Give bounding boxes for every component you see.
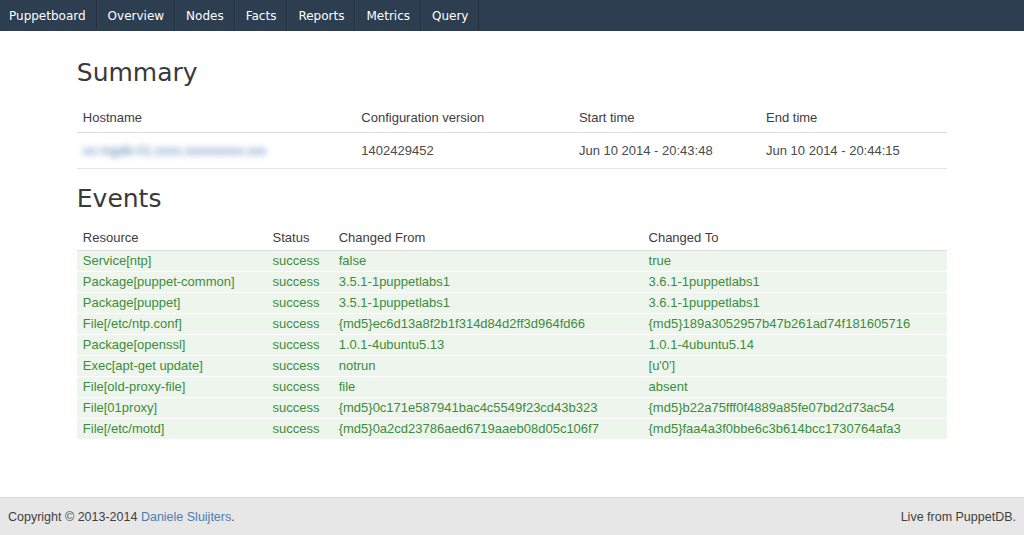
event-changed-from-cell: {md5}ec6d13a8f2b1f314d84d2ff3d964fd66 [333, 314, 643, 335]
nav-brand-item: Puppetboard [0, 0, 97, 31]
nav-item-overview-item: Overview [97, 0, 176, 31]
event-changed-to-cell: 3.6.1-1puppetlabs1 [643, 272, 948, 293]
event-status-cell: success [267, 293, 333, 314]
nav-item-query-item: Query [421, 0, 479, 31]
summary-hostname-cell: xx-mgdb-01.xxxx.xxxxxxxxx.xxx [77, 132, 356, 168]
event-changed-to-cell: 3.6.1-1puppetlabs1 [643, 293, 948, 314]
event-resource-cell: Exec[apt-get update] [77, 356, 267, 377]
event-status-cell: success [267, 398, 333, 419]
events-col-header: Resource [77, 227, 267, 251]
summary-col-header: End time [760, 104, 947, 133]
summary-col-header: Start time [573, 104, 760, 133]
event-changed-from-cell: 1.0.1-4ubuntu5.13 [333, 335, 643, 356]
nav-item-overview[interactable]: Overview [97, 0, 176, 31]
event-status-cell: success [267, 377, 333, 398]
summary-row: xx-mgdb-01.xxxx.xxxxxxxxx.xxx 1402429452… [77, 132, 947, 168]
event-changed-to-cell: [u'0'] [643, 356, 948, 377]
nav-item-facts-item: Facts [235, 0, 288, 31]
event-resource-cell: File[01proxy] [77, 398, 267, 419]
report-page: Summary HostnameConfiguration versionSta… [0, 31, 1024, 497]
event-status-cell: success [267, 251, 333, 272]
event-changed-to-cell: true [643, 251, 948, 272]
nav-item-query[interactable]: Query [421, 0, 479, 31]
event-changed-from-cell: notrun [333, 356, 643, 377]
event-changed-to-cell: {md5}faa4a3f0bbe6c3b614bcc1730764afa3 [643, 419, 948, 440]
event-row: Service[ntp]successfalsetrue [77, 251, 947, 272]
event-status-cell: success [267, 419, 333, 440]
event-resource-cell: Service[ntp] [77, 251, 267, 272]
event-changed-to-cell: absent [643, 377, 948, 398]
copyright-suffix: . [231, 510, 234, 524]
event-resource-cell: Package[openssl] [77, 335, 267, 356]
event-row: File[old-proxy-file]successfileabsent [77, 377, 947, 398]
event-changed-to-cell: {md5}b22a75fff0f4889a85fe07bd2d73ac54 [643, 398, 948, 419]
summary-heading: Summary [77, 57, 947, 90]
event-changed-from-cell: {md5}0a2cd23786aed6719aaeb08d05c106f7 [333, 419, 643, 440]
event-status-cell: success [267, 335, 333, 356]
events-col-header: Status [267, 227, 333, 251]
footer: Copyright © 2013-2014 Daniele Sluijters.… [0, 497, 1024, 535]
events-table: ResourceStatusChanged FromChanged To Ser… [77, 227, 947, 440]
event-resource-cell: Package[puppet-common] [77, 272, 267, 293]
event-changed-from-cell: file [333, 377, 643, 398]
summary-config-version-cell: 1402429452 [355, 132, 573, 168]
summary-col-header: Hostname [77, 104, 356, 133]
summary-start-time-cell: Jun 10 2014 - 20:43:48 [573, 132, 760, 168]
summary-table: HostnameConfiguration versionStart timeE… [77, 104, 947, 169]
event-row: Package[puppet-common]success3.5.1-1pupp… [77, 272, 947, 293]
author-link[interactable]: Daniele Sluijters [141, 510, 231, 524]
top-nav: PuppetboardOverviewNodesFactsReportsMetr… [0, 0, 1024, 31]
event-row: Package[puppet]success3.5.1-1puppetlabs1… [77, 293, 947, 314]
events-header-row: ResourceStatusChanged FromChanged To [77, 227, 947, 251]
event-resource-cell: Package[puppet] [77, 293, 267, 314]
event-changed-from-cell: 3.5.1-1puppetlabs1 [333, 293, 643, 314]
summary-header-row: HostnameConfiguration versionStart timeE… [77, 104, 947, 133]
summary-end-time-cell: Jun 10 2014 - 20:44:15 [760, 132, 947, 168]
nav-list: PuppetboardOverviewNodesFactsReportsMetr… [0, 0, 1024, 31]
event-changed-from-cell: {md5}0c171e587941bac4c5549f23cd43b323 [333, 398, 643, 419]
nav-item-reports[interactable]: Reports [287, 0, 355, 31]
event-status-cell: success [267, 356, 333, 377]
nav-item-metrics-item: Metrics [355, 0, 421, 31]
nav-item-facts[interactable]: Facts [235, 0, 288, 31]
event-changed-from-cell: false [333, 251, 643, 272]
copyright-text: Copyright © 2013-2014 Daniele Sluijters. [8, 510, 235, 524]
event-row: File[01proxy]success{md5}0c171e587941bac… [77, 398, 947, 419]
event-status-cell: success [267, 272, 333, 293]
event-row: File[/etc/ntp.conf]success{md5}ec6d13a8f… [77, 314, 947, 335]
event-row: Package[openssl]success1.0.1-4ubuntu5.13… [77, 335, 947, 356]
event-resource-cell: File[old-proxy-file] [77, 377, 267, 398]
events-col-header: Changed To [643, 227, 948, 251]
event-resource-cell: File[/etc/ntp.conf] [77, 314, 267, 335]
event-changed-from-cell: 3.5.1-1puppetlabs1 [333, 272, 643, 293]
events-col-header: Changed From [333, 227, 643, 251]
copyright-prefix: Copyright © 2013-2014 [8, 510, 141, 524]
nav-item-nodes[interactable]: Nodes [175, 0, 235, 31]
event-changed-to-cell: 1.0.1-4ubuntu5.14 [643, 335, 948, 356]
event-row: File[/etc/motd]success{md5}0a2cd23786aed… [77, 419, 947, 440]
event-resource-cell: File[/etc/motd] [77, 419, 267, 440]
event-row: Exec[apt-get update]successnotrun[u'0'] [77, 356, 947, 377]
nav-brand[interactable]: Puppetboard [0, 0, 97, 31]
nav-item-metrics[interactable]: Metrics [355, 0, 421, 31]
hostname-link[interactable]: xx-mgdb-01.xxxx.xxxxxxxxx.xxx [83, 143, 266, 158]
live-from-text: Live from PuppetDB. [901, 510, 1016, 524]
nav-item-reports-item: Reports [287, 0, 355, 31]
summary-col-header: Configuration version [355, 104, 573, 133]
nav-item-nodes-item: Nodes [175, 0, 235, 31]
event-changed-to-cell: {md5}189a3052957b47b261ad74f181605716 [643, 314, 948, 335]
event-status-cell: success [267, 314, 333, 335]
events-heading: Events [77, 183, 947, 216]
